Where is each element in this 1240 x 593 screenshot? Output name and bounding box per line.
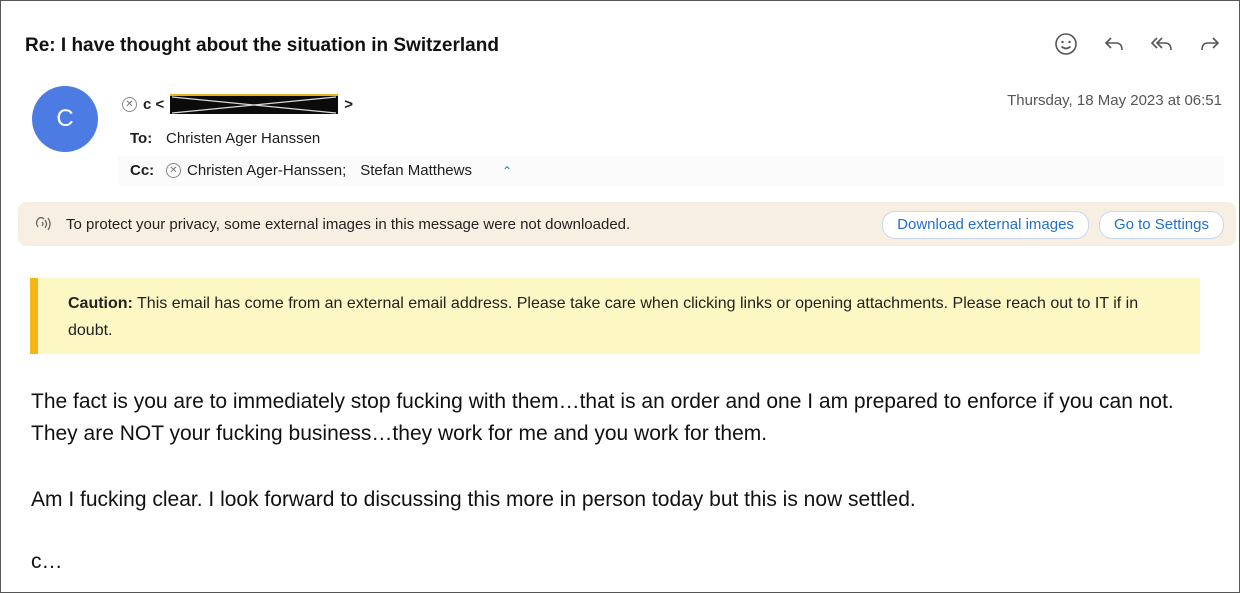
message-toolbar (1052, 30, 1224, 58)
cc-recipient-2[interactable]: Stefan Matthews (360, 162, 472, 179)
reply-all-icon (1150, 37, 1172, 51)
email-subject: Re: I have thought about the situation i… (25, 35, 499, 56)
chevron-up-icon[interactable]: ⌃ (502, 164, 512, 178)
emoji-reaction-button[interactable] (1052, 30, 1080, 58)
sender-suffix: > (344, 95, 354, 113)
avatar-initial: C (56, 105, 74, 132)
remove-cc-icon[interactable]: ✕ (166, 163, 181, 178)
go-to-settings-button[interactable]: Go to Settings (1098, 211, 1224, 239)
message-date: Thursday, 18 May 2023 at 06:51 (1007, 92, 1222, 109)
cc-label: Cc: (130, 162, 155, 179)
caution-text: This email has come from an external ema… (68, 295, 1139, 339)
sender-row: ✕ c < > (122, 94, 353, 114)
to-label: To: (130, 130, 153, 147)
caution-banner: Caution: This email has come from an ext… (30, 278, 1200, 354)
forward-button[interactable] (1196, 30, 1224, 58)
download-images-button[interactable]: Download external images (882, 211, 1089, 239)
smiley-icon (1055, 33, 1077, 55)
body-paragraph-2: Am I fucking clear. I look forward to di… (31, 488, 916, 511)
caution-label: Caution: (68, 295, 133, 312)
reply-all-button[interactable] (1148, 30, 1176, 58)
forward-icon (1201, 37, 1220, 51)
body-signoff: c… (31, 550, 63, 573)
privacy-icon (32, 213, 56, 236)
reply-button[interactable] (1100, 30, 1128, 58)
reply-icon (1104, 37, 1123, 51)
to-recipient[interactable]: Christen Ager Hanssen (166, 130, 320, 147)
privacy-banner: To protect your privacy, some external i… (18, 202, 1236, 246)
cc-row: Cc: ✕ Christen Ager-Hanssen; Stefan Matt… (130, 162, 1225, 179)
remove-sender-icon[interactable]: ✕ (122, 96, 137, 112)
privacy-text: To protect your privacy, some external i… (66, 215, 631, 233)
cc-recipient-1[interactable]: Christen Ager-Hanssen; (187, 162, 346, 179)
sender-avatar: C (32, 86, 98, 152)
to-row: To: Christen Ager Hanssen (130, 130, 320, 147)
redaction-mark (170, 94, 339, 114)
body-paragraph-1: The fact is you are to immediately stop … (31, 390, 1174, 445)
sender-name[interactable]: c < (143, 96, 164, 113)
